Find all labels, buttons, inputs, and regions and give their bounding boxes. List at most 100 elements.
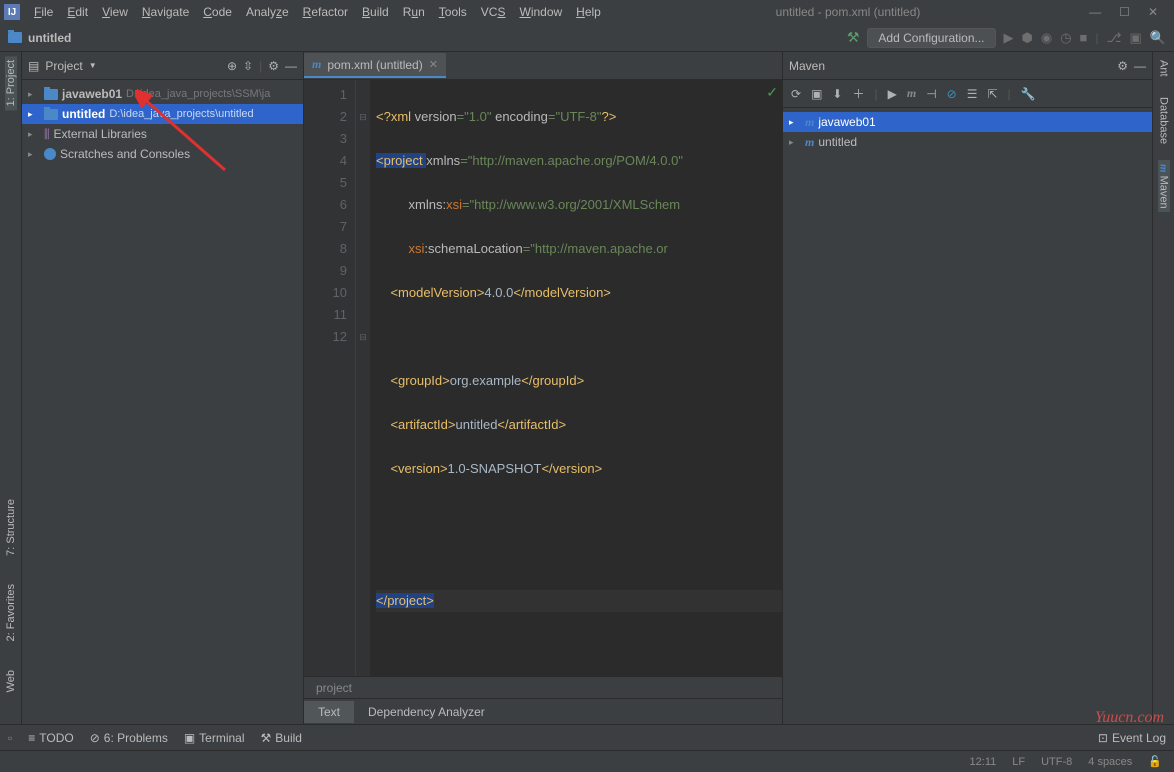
tool-ant[interactable]: Ant bbox=[1158, 56, 1170, 81]
dependencies-icon[interactable]: ☰ bbox=[967, 87, 978, 101]
tree-label: Scratches and Consoles bbox=[60, 147, 190, 161]
minimize-icon[interactable]: ― bbox=[1089, 5, 1101, 19]
code-editor[interactable]: ✓ 123456789101112 ⊟ ⊟ <?xml version="1.0… bbox=[304, 80, 782, 676]
close-icon[interactable]: ✕ bbox=[1148, 5, 1158, 19]
project-icon: ▤ bbox=[28, 59, 39, 73]
dropdown-icon[interactable]: ▼ bbox=[89, 61, 97, 70]
skip-tests-icon[interactable]: ⊘ bbox=[947, 87, 957, 101]
scratch-icon bbox=[44, 148, 56, 160]
tool-window-icon[interactable]: ▫ bbox=[8, 731, 12, 745]
menubar: File Edit View Navigate Code Analyze Ref… bbox=[28, 3, 607, 21]
code-content[interactable]: <?xml version="1.0" encoding="UTF-8"?> <… bbox=[370, 80, 782, 676]
expand-icon[interactable]: ▸ bbox=[789, 117, 801, 128]
menu-analyze[interactable]: Analyze bbox=[240, 3, 295, 21]
hide-icon[interactable]: ― bbox=[1134, 59, 1146, 73]
stop-icon[interactable]: ■ bbox=[1080, 30, 1088, 45]
status-position[interactable]: 12:11 bbox=[970, 756, 997, 768]
collapse-all-icon[interactable]: ⇱ bbox=[987, 87, 997, 101]
menu-view[interactable]: View bbox=[96, 3, 134, 21]
menu-window[interactable]: Window bbox=[513, 3, 568, 21]
expand-icon[interactable]: ▸ bbox=[28, 89, 40, 100]
coverage-icon[interactable]: ◉ bbox=[1041, 30, 1052, 46]
status-line-sep[interactable]: LF bbox=[1012, 756, 1025, 768]
tab-dependency-analyzer[interactable]: Dependency Analyzer bbox=[354, 701, 499, 723]
run-icon[interactable]: ▶ bbox=[888, 87, 897, 101]
tool-structure[interactable]: 7: Structure bbox=[5, 495, 17, 560]
fold-icon[interactable]: ⊟ bbox=[356, 106, 370, 128]
status-indent[interactable]: 4 spaces bbox=[1088, 756, 1132, 768]
tree-label: untitled bbox=[62, 107, 105, 121]
expand-icon[interactable]: ▸ bbox=[789, 137, 801, 148]
menu-file[interactable]: File bbox=[28, 3, 59, 21]
status-lock-icon[interactable]: 🔓 bbox=[1148, 755, 1162, 768]
menu-navigate[interactable]: Navigate bbox=[136, 3, 195, 21]
add-configuration-button[interactable]: Add Configuration... bbox=[867, 28, 995, 48]
tool-build[interactable]: ⚒ Build bbox=[261, 731, 302, 745]
maven-item-javaweb01[interactable]: ▸ m javaweb01 bbox=[783, 112, 1152, 132]
menu-edit[interactable]: Edit bbox=[61, 3, 94, 21]
tool-maven[interactable]: m Maven bbox=[1158, 160, 1170, 213]
tool-web[interactable]: Web bbox=[5, 666, 17, 696]
menu-code[interactable]: Code bbox=[197, 3, 238, 21]
menu-vcs[interactable]: VCS bbox=[475, 3, 512, 21]
reload-icon[interactable]: ⟳ bbox=[791, 87, 801, 101]
git-icon[interactable]: ⎇ bbox=[1107, 30, 1122, 46]
download-icon[interactable]: ⬇ bbox=[832, 87, 842, 101]
project-panel-header: ▤ Project ▼ ⊕ ⇳ | ⚙ ― bbox=[22, 52, 303, 80]
tool-favorites[interactable]: 2: Favorites bbox=[5, 580, 17, 645]
tool-project[interactable]: 1: Project bbox=[5, 56, 17, 110]
tool-problems[interactable]: ⊘ 6: Problems bbox=[90, 731, 168, 745]
tab-text[interactable]: Text bbox=[304, 701, 354, 723]
inspection-ok-icon[interactable]: ✓ bbox=[766, 84, 778, 101]
hide-icon[interactable]: ― bbox=[285, 59, 297, 73]
maven-item-untitled[interactable]: ▸ m untitled bbox=[783, 132, 1152, 152]
maven-panel-header: Maven ⚙ ― bbox=[783, 52, 1152, 80]
tab-close-icon[interactable]: ✕ bbox=[429, 58, 438, 71]
debug-icon[interactable]: ⬢ bbox=[1022, 30, 1033, 46]
menu-run[interactable]: Run bbox=[397, 3, 431, 21]
app-logo: IJ bbox=[4, 4, 20, 20]
tool-database[interactable]: Database bbox=[1158, 93, 1170, 148]
tree-row-external-libraries[interactable]: ▸ ⫼ External Libraries bbox=[22, 124, 303, 144]
expand-icon[interactable]: ▸ bbox=[28, 149, 40, 160]
watermark: Yuucn.com bbox=[1095, 709, 1164, 727]
toggle-icon[interactable]: ⊣ bbox=[926, 87, 936, 101]
tree-row-javaweb01[interactable]: ▸ javaweb01 D:\idea_java_projects\SSM\ja bbox=[22, 84, 303, 104]
tool-eventlog[interactable]: ⊡ Event Log bbox=[1098, 731, 1166, 745]
settings-icon[interactable]: 🔧 bbox=[1021, 87, 1036, 101]
tool-terminal[interactable]: ▣ Terminal bbox=[184, 731, 245, 745]
run-icon[interactable]: ▶ bbox=[1004, 30, 1014, 46]
expand-icon[interactable]: ▸ bbox=[28, 129, 40, 140]
project-panel-title[interactable]: Project bbox=[45, 59, 82, 73]
status-encoding[interactable]: UTF-8 bbox=[1041, 756, 1072, 768]
left-tool-gutter: 1: Project 7: Structure 2: Favorites Web bbox=[0, 52, 22, 724]
tool-todo[interactable]: ≡ TODO bbox=[28, 731, 73, 745]
maximize-icon[interactable]: ☐ bbox=[1119, 5, 1130, 19]
folder-icon bbox=[44, 109, 58, 120]
search-icon[interactable]: 🔍 bbox=[1150, 30, 1166, 46]
menu-tools[interactable]: Tools bbox=[433, 3, 473, 21]
gear-icon[interactable]: ⚙ bbox=[1117, 59, 1128, 73]
fold-end-icon[interactable]: ⊟ bbox=[356, 326, 370, 348]
editor-breadcrumb: project bbox=[304, 676, 782, 698]
editor-tab[interactable]: m pom.xml (untitled) ✕ bbox=[304, 53, 446, 78]
execute-icon[interactable]: m bbox=[907, 86, 916, 101]
profile-icon[interactable]: ◷ bbox=[1060, 30, 1071, 46]
target-icon[interactable]: ⊕ bbox=[227, 59, 237, 73]
tree-row-untitled[interactable]: ▸ untitled D:\idea_java_projects\untitle… bbox=[22, 104, 303, 124]
menu-build[interactable]: Build bbox=[356, 3, 395, 21]
collapse-icon[interactable]: ⇳ bbox=[243, 59, 253, 73]
folder-icon bbox=[44, 89, 58, 100]
tree-row-scratches[interactable]: ▸ Scratches and Consoles bbox=[22, 144, 303, 164]
build-icon[interactable]: ⚒ bbox=[847, 29, 860, 46]
expand-icon[interactable]: ▸ bbox=[28, 109, 40, 120]
layout-icon[interactable]: ▣ bbox=[1130, 30, 1142, 46]
breadcrumb-root[interactable]: untitled bbox=[28, 31, 71, 45]
menu-refactor[interactable]: Refactor bbox=[297, 3, 354, 21]
menu-help[interactable]: Help bbox=[570, 3, 607, 21]
generate-icon[interactable]: ▣ bbox=[811, 87, 822, 101]
maven-module-icon: m bbox=[805, 115, 814, 130]
gear-icon[interactable]: ⚙ bbox=[268, 59, 279, 73]
breadcrumb-item[interactable]: project bbox=[316, 681, 352, 695]
add-icon[interactable]: ＋ bbox=[852, 85, 864, 102]
